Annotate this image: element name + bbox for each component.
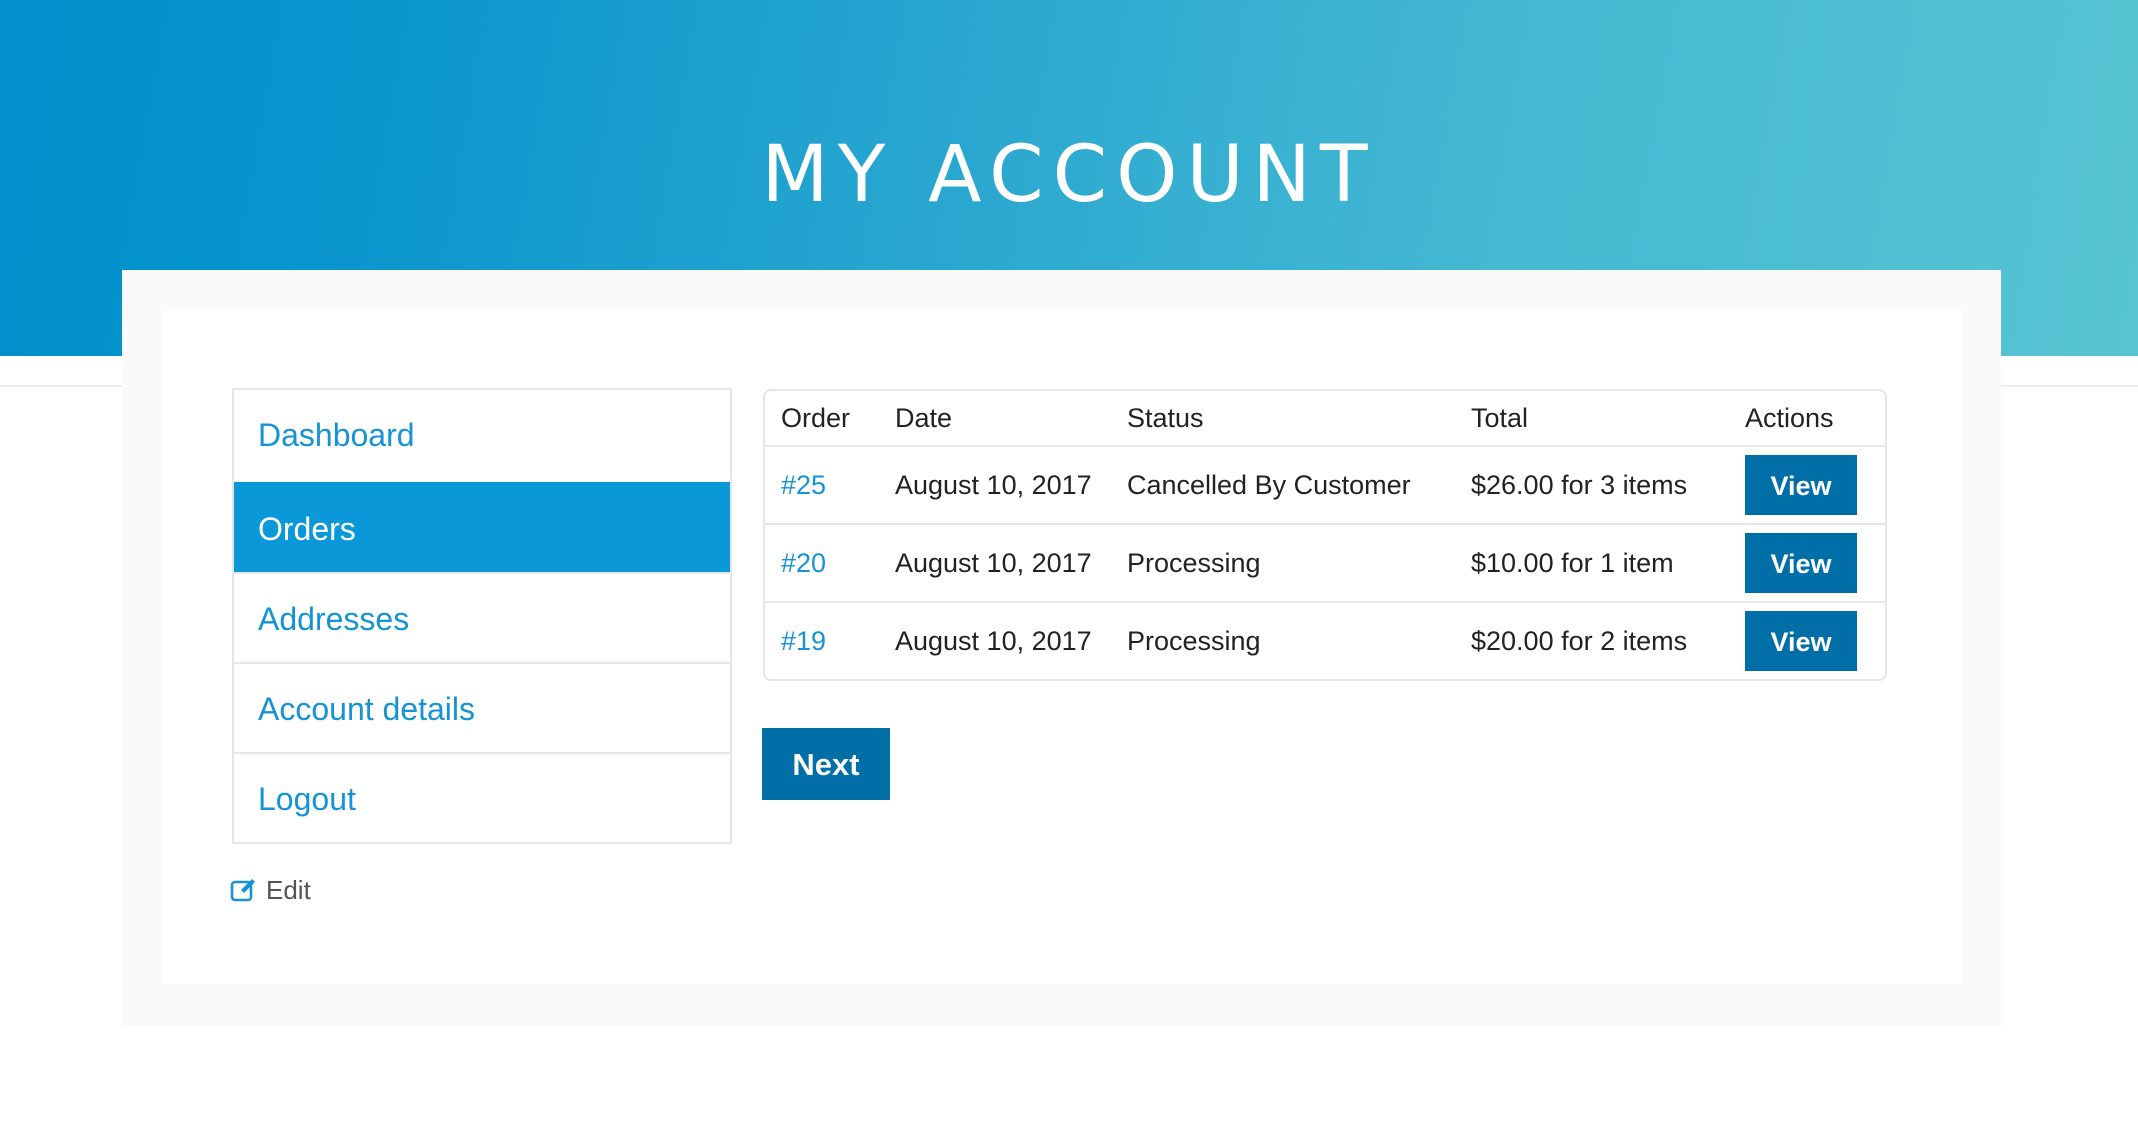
edit-link[interactable]: Edit	[230, 872, 311, 908]
order-date: August 10, 2017	[879, 525, 1111, 603]
sidebar-item-orders[interactable]: Orders	[234, 482, 730, 572]
sidebar-item-account-details[interactable]: Account details	[234, 662, 730, 752]
order-total: $26.00 for 3 items	[1455, 447, 1729, 525]
table-row: #25 August 10, 2017 Cancelled By Custome…	[765, 447, 1885, 525]
table-header-row: Order Date Status Total Actions	[765, 391, 1885, 447]
view-order-button[interactable]: View	[1745, 455, 1857, 515]
order-status: Processing	[1127, 625, 1261, 656]
next-page-button[interactable]: Next	[762, 728, 890, 800]
page-title: MY ACCOUNT	[761, 130, 1377, 221]
table-row: #19 August 10, 2017 Processing $20.00 fo…	[765, 603, 1885, 679]
column-header-actions: Actions	[1729, 391, 1885, 447]
orders-table: Order Date Status Total Actions #25 Augu…	[763, 389, 1887, 681]
edit-icon	[230, 877, 258, 903]
view-order-button[interactable]: View	[1745, 533, 1857, 593]
column-header-total: Total	[1455, 391, 1729, 447]
order-number-link[interactable]: #20	[781, 548, 826, 578]
order-number-link[interactable]: #19	[781, 626, 826, 656]
order-total: $20.00 for 2 items	[1471, 625, 1688, 656]
column-header-order: Order	[765, 391, 879, 447]
order-status: Cancelled By Customer	[1111, 447, 1455, 525]
order-status: Processing	[1111, 525, 1455, 603]
column-header-status: Status	[1111, 391, 1455, 447]
sidebar-item-dashboard[interactable]: Dashboard	[234, 390, 730, 482]
column-header-date: Date	[879, 391, 1111, 447]
sidebar-item-logout[interactable]: Logout	[234, 752, 730, 842]
view-order-button[interactable]: View	[1745, 611, 1857, 671]
sidebar-item-addresses[interactable]: Addresses	[234, 572, 730, 662]
order-date: August 10, 2017	[895, 625, 1092, 656]
edit-label: Edit	[266, 874, 311, 905]
order-date: August 10, 2017	[879, 447, 1111, 525]
order-total: $10.00 for 1 item	[1455, 525, 1729, 603]
account-navigation: Dashboard Orders Addresses Account detai…	[232, 388, 732, 844]
table-row: #20 August 10, 2017 Processing $10.00 fo…	[765, 525, 1885, 603]
order-number-link[interactable]: #25	[781, 470, 826, 500]
